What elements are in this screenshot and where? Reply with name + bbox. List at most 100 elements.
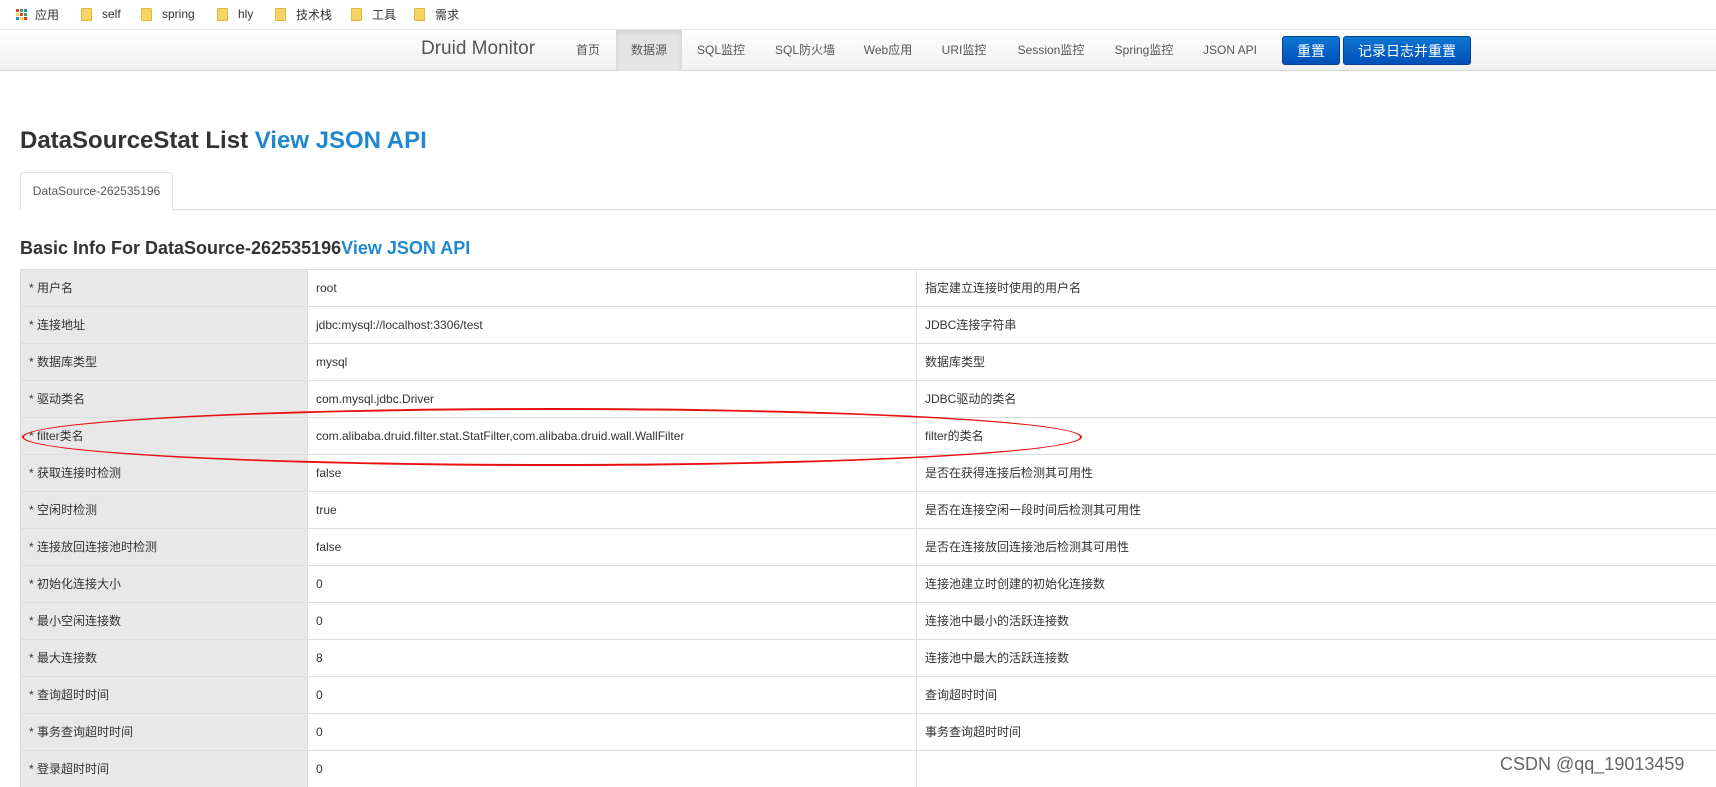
- row-name: * 登录超时时间: [20, 751, 307, 787]
- reset-button[interactable]: 重置: [1282, 36, 1340, 65]
- row-desc: filter的类名: [916, 418, 1716, 454]
- tab-datasource[interactable]: DataSource-262535196: [20, 172, 173, 210]
- row-desc: 事务查询超时时间: [916, 714, 1716, 750]
- nav-home[interactable]: 首页: [565, 30, 611, 71]
- row-value: root: [307, 270, 916, 306]
- row-value: com.alibaba.druid.filter.stat.StatFilter…: [307, 418, 916, 454]
- bookmark-label: self: [102, 7, 121, 21]
- page-title-text: DataSourceStat List: [20, 127, 255, 154]
- bookmark-apps[interactable]: 应用: [16, 5, 59, 23]
- log-and-reset-button[interactable]: 记录日志并重置: [1343, 36, 1471, 65]
- table-row: * 连接放回连接池时检测 false 是否在连接放回连接池后检测其可用性: [20, 528, 1716, 565]
- top-navbar: Druid Monitor 首页 数据源 SQL监控 SQL防火墙 Web应用 …: [0, 29, 1716, 71]
- table-row: * 用户名 root 指定建立连接时使用的用户名: [20, 269, 1716, 306]
- row-value: 0: [307, 566, 916, 602]
- section-title-text: Basic Info For DataSource-262535196: [20, 238, 342, 258]
- row-value: 0: [307, 677, 916, 713]
- row-name: * 连接地址: [20, 307, 307, 343]
- row-desc: 查询超时时间: [916, 677, 1716, 713]
- table-row: * 事务查询超时时间 0 事务查询超时时间: [20, 713, 1716, 750]
- row-name: * 用户名: [20, 270, 307, 306]
- table-row: * 空闲时检测 true 是否在连接空闲一段时间后检测其可用性: [20, 491, 1716, 528]
- row-name: * 事务查询超时时间: [20, 714, 307, 750]
- row-desc: JDBC连接字符串: [916, 307, 1716, 343]
- folder-icon: [81, 7, 92, 21]
- row-desc: 连接池中最大的活跃连接数: [916, 640, 1716, 676]
- bookmark-spring[interactable]: spring: [141, 5, 195, 23]
- row-desc: JDBC驱动的类名: [916, 381, 1716, 417]
- row-value: true: [307, 492, 916, 528]
- apps-grid-icon: [16, 8, 27, 20]
- section-json-api-link[interactable]: View JSON API: [341, 238, 470, 258]
- folder-icon: [414, 7, 425, 21]
- brand-title[interactable]: Druid Monitor: [421, 38, 535, 60]
- table-row: * 查询超时时间 0 查询超时时间: [20, 676, 1716, 713]
- folder-icon: [275, 7, 286, 21]
- bookmark-label: hly: [238, 7, 254, 21]
- row-desc: 连接池建立时创建的初始化连接数: [916, 566, 1716, 602]
- nav-json-api[interactable]: JSON API: [1194, 30, 1266, 71]
- row-desc: 指定建立连接时使用的用户名: [916, 270, 1716, 306]
- table-row: * 数据库类型 mysql 数据库类型: [20, 343, 1716, 380]
- page-title: DataSourceStat List View JSON API: [20, 127, 427, 155]
- bookmark-label: 应用: [35, 7, 60, 22]
- nav-session-monitor[interactable]: Session监控: [1008, 30, 1094, 71]
- basic-info-table: * 用户名 root 指定建立连接时使用的用户名 * 连接地址 jdbc:mys…: [20, 269, 1716, 787]
- view-json-api-link[interactable]: View JSON API: [255, 127, 427, 154]
- row-desc: 是否在连接放回连接池后检测其可用性: [916, 529, 1716, 565]
- folder-icon: [351, 7, 362, 21]
- watermark: CSDN @qq_19013459: [1500, 754, 1685, 774]
- table-row: * 最大连接数 8 连接池中最大的活跃连接数: [20, 639, 1716, 676]
- row-name: * 获取连接时检测: [20, 455, 307, 491]
- row-value: com.mysql.jdbc.Driver: [307, 381, 916, 417]
- row-name: * 查询超时时间: [20, 677, 307, 713]
- folder-icon: [141, 7, 152, 21]
- row-desc: 是否在连接空闲一段时间后检测其可用性: [916, 492, 1716, 528]
- row-name: * 最大连接数: [20, 640, 307, 676]
- row-name: * 驱动类名: [20, 381, 307, 417]
- row-value: 0: [307, 603, 916, 639]
- section-title: Basic Info For DataSource-262535196View …: [20, 238, 470, 259]
- bookmarks-bar: 应用 self spring hly 技术栈 工具 需求: [0, 0, 1716, 28]
- nav-web-app[interactable]: Web应用: [856, 30, 920, 71]
- row-name: * 连接放回连接池时检测: [20, 529, 307, 565]
- row-value: 0: [307, 714, 916, 750]
- row-desc: 是否在获得连接后检测其可用性: [916, 455, 1716, 491]
- tabs-divider: [20, 209, 1716, 210]
- bookmark-requirements[interactable]: 需求: [414, 5, 459, 23]
- table-row: * 获取连接时检测 false 是否在获得连接后检测其可用性: [20, 454, 1716, 491]
- table-row: * filter类名 com.alibaba.druid.filter.stat…: [20, 417, 1716, 454]
- bookmark-label: 工具: [372, 7, 397, 22]
- row-desc: 连接池中最小的活跃连接数: [916, 603, 1716, 639]
- folder-icon: [217, 7, 228, 21]
- bookmark-tech-stack[interactable]: 技术栈: [275, 5, 332, 23]
- row-value: 0: [307, 751, 916, 787]
- table-row: * 登录超时时间 0: [20, 750, 1716, 787]
- row-name: * 初始化连接大小: [20, 566, 307, 602]
- nav-sql-firewall[interactable]: SQL防火墙: [766, 30, 844, 71]
- bookmark-label: spring: [162, 7, 195, 21]
- nav-uri-monitor[interactable]: URI监控: [932, 30, 996, 71]
- bookmark-label: 需求: [435, 7, 460, 22]
- row-name: * 空闲时检测: [20, 492, 307, 528]
- bookmark-label: 技术栈: [296, 7, 333, 22]
- row-desc: 数据库类型: [916, 344, 1716, 380]
- row-value: jdbc:mysql://localhost:3306/test: [307, 307, 916, 343]
- bookmark-self[interactable]: self: [81, 5, 121, 23]
- row-value: false: [307, 529, 916, 565]
- row-value: 8: [307, 640, 916, 676]
- nav-datasource[interactable]: 数据源: [616, 30, 682, 71]
- row-name: * filter类名: [20, 418, 307, 454]
- row-name: * 最小空闲连接数: [20, 603, 307, 639]
- nav-sql-monitor[interactable]: SQL监控: [688, 30, 754, 71]
- row-value: mysql: [307, 344, 916, 380]
- row-value: false: [307, 455, 916, 491]
- bookmark-tools[interactable]: 工具: [351, 5, 396, 23]
- table-row: * 初始化连接大小 0 连接池建立时创建的初始化连接数: [20, 565, 1716, 602]
- nav-spring-monitor[interactable]: Spring监控: [1106, 30, 1182, 71]
- table-row: * 连接地址 jdbc:mysql://localhost:3306/test …: [20, 306, 1716, 343]
- row-name: * 数据库类型: [20, 344, 307, 380]
- bookmark-hly[interactable]: hly: [217, 5, 253, 23]
- table-row: * 最小空闲连接数 0 连接池中最小的活跃连接数: [20, 602, 1716, 639]
- table-row: * 驱动类名 com.mysql.jdbc.Driver JDBC驱动的类名: [20, 380, 1716, 417]
